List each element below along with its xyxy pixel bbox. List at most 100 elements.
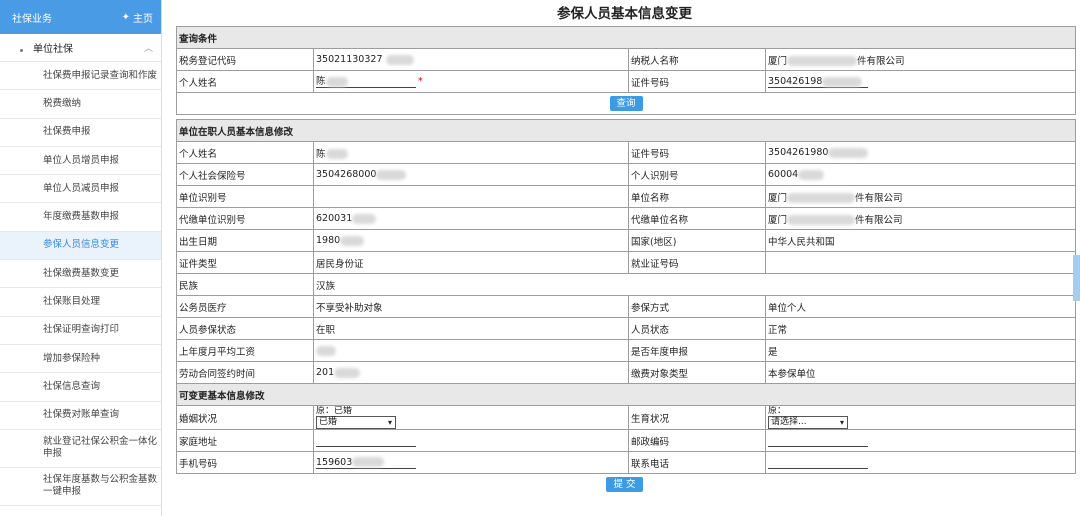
info-value: 60004 [764,163,1077,186]
info-value-text: 在职 [316,324,336,336]
sidebar-item[interactable]: 年度缴费基数申报 [0,203,161,232]
info-value-text: 厦门 [768,214,788,226]
info-value: 居民身份证 [313,251,629,274]
sidebar-section-unit-social[interactable]: 单位社保 ︿ [0,34,161,62]
side-float-tab[interactable] [1073,255,1080,301]
marital-select[interactable]: 已婚 ▾ [316,416,396,429]
info-value: 陈 [313,141,629,164]
submit-button[interactable]: 提 交 [606,477,643,492]
info-value [313,185,629,208]
info-value: 1980 [313,229,629,252]
info-label-text: 劳动合同签约时间 [179,368,256,380]
info-value: 620031 [313,207,629,230]
name-label: 个人姓名 [176,70,314,93]
info-value: 3504261980 [764,141,1077,164]
home-icon: ✦ [121,11,130,23]
query-section-title: 查询条件 [175,26,1077,49]
editable-section-title: 可变更基本信息修改 [175,383,1077,406]
redaction [334,367,361,378]
submit-row: 提 交 [176,474,1073,492]
sidebar-item[interactable]: 税费缴纳 [0,90,161,119]
info-row: 个人社会保险号 3504268000 个人识别号 60004 [176,163,1077,186]
info-label: 代缴单位名称 [628,207,766,230]
sidebar-item[interactable]: 增加参保险种 [0,345,161,374]
info-label-text: 证件类型 [179,258,218,270]
sidebar-item[interactable]: 社保年度基数与公积金基数一键申报 [0,468,161,506]
query-button[interactable]: 查询 [609,96,643,111]
info-row: 代缴单位识别号 620031 代缴单位名称 厦门 件有限公司 [176,207,1077,230]
info-label: 证件号码 [628,141,766,164]
phone-value: 159603 [316,456,353,468]
info-label-text: 是否年度申报 [631,346,689,358]
info-value [313,339,629,362]
info-value-suffix: 件有限公司 [855,192,903,204]
redaction [787,193,856,203]
contact-input[interactable] [768,457,868,469]
info-row: 证件类型 居民身份证 就业证号码 [176,251,1077,274]
info-label: 就业证号码 [628,251,766,274]
sidebar-item-label: 单位人员减员申报 [43,182,120,194]
redaction [787,56,858,66]
info-value: 厦门 件有限公司 [764,185,1077,208]
info-label: 个人社会保险号 [176,163,314,186]
redaction [385,54,414,65]
info-value-suffix: 件有限公司 [855,214,903,226]
info-value: 是 [764,339,1077,362]
contact-label: 联系电话 [628,451,766,474]
sidebar-item[interactable]: 社保账目处理 [0,288,161,317]
marital-field: 原：已婚 已婚 ▾ [313,405,629,430]
sidebar-item[interactable]: 就业登记社保公积金一体化申报 [0,430,161,468]
phone-input[interactable]: 159603 [316,457,416,469]
postcode-label: 邮政编码 [628,429,766,452]
phone-label: 手机号码 [176,451,314,474]
id-field[interactable]: 350426198 [764,70,1077,93]
info-value: 正常 [764,317,1077,340]
tax-code-field[interactable]: 35021130327 [313,48,629,71]
name-input[interactable]: 陈 [316,75,416,88]
info-value [764,251,1077,274]
name-field[interactable]: 陈 * [313,70,629,93]
sidebar-item-label: 单位人员增员申报 [43,154,120,166]
redaction [325,149,348,159]
sidebar-item[interactable]: 社保证明查询打印 [0,317,161,345]
id-input[interactable]: 350426198 [768,75,868,88]
birth-select[interactable]: 请选择... ▾ [768,416,848,429]
sidebar-item[interactable]: 社保费申报 [0,119,161,147]
postcode-input[interactable] [768,435,868,447]
redaction [325,76,348,87]
info-label: 人员参保状态 [176,317,314,340]
info-value: 201 [313,361,629,384]
chevron-down-icon: ▾ [387,418,392,427]
sidebar-item[interactable]: 参保人员信息变更 [0,231,161,261]
info-value: 单位个人 [764,295,1077,318]
home-label: 主页 [133,13,153,25]
sidebar-item[interactable]: 社保缴费基数变更 [0,260,161,289]
info-label-text: 出生日期 [179,236,218,248]
info-row: 单位识别号 单位名称 厦门 件有限公司 [176,185,1077,208]
sidebar-item[interactable]: 社保信息查询 [0,373,161,402]
sidebar-item[interactable]: 社保费对账单查询 [0,402,161,430]
info-value-text: 1980 [316,235,341,246]
taxpayer-field[interactable]: 厦门 件有限公司 [764,48,1077,71]
page-title: 参保人员基本信息变更 [557,6,692,22]
sidebar-item[interactable]: 社保费申报记录查询和作废 [0,62,161,91]
main-content: 参保人员基本信息变更 查询条件 税务登记代码 35021130327 纳税人名称… [175,0,1077,516]
home-link[interactable]: ✦ 主页 [122,10,153,25]
sidebar-item[interactable]: 单位人员减员申报 [0,175,161,204]
info-row: 人员参保状态 在职 人员状态 正常 [176,317,1077,340]
sidebar-item[interactable]: 单位人员增员申报 [0,147,161,176]
info-label: 国家(地区) [628,229,766,252]
info-row: 民族 汉族 [176,273,1077,296]
redaction [798,169,825,180]
info-table: 单位在职人员基本信息修改 个人姓名 陈 证件号码 3504261980 个人社会保险号 3… [175,119,1077,474]
info-value: 汉族 [312,273,1077,296]
info-value-text: 居民身份证 [316,258,364,270]
sidebar-item-label: 参保人员信息变更 [43,239,120,251]
info-label: 上年度月平均工资 [176,339,314,362]
redaction [340,235,365,246]
info-label-text: 就业证号码 [631,258,679,270]
redaction [787,215,856,225]
info-value: 在职 [313,317,629,340]
info-value-text: 单位个人 [768,302,807,314]
address-input[interactable] [316,435,416,447]
